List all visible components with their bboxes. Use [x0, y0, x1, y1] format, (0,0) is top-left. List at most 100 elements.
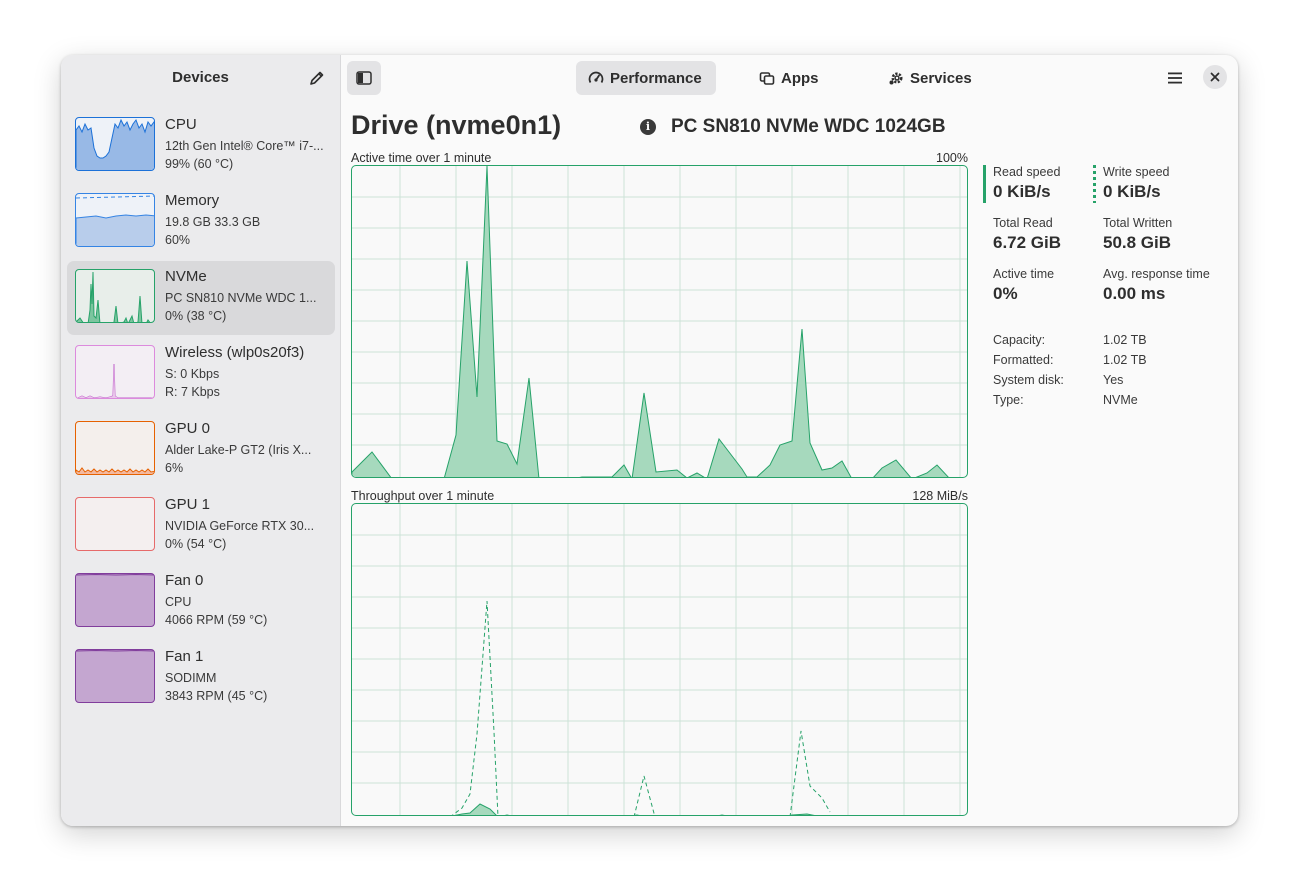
tab-label: Apps: [781, 69, 819, 87]
edit-devices-button[interactable]: [305, 67, 329, 89]
active-time-area: [352, 166, 949, 477]
device-detail: NVIDIA GeForce RTX 30...: [165, 519, 315, 533]
active-graph-max: 100%: [936, 151, 968, 165]
device-detail: CPU: [165, 595, 192, 609]
device-wireless[interactable]: Wireless (wlp0s20f3) S: 0 Kbps R: 7 Kbps: [67, 337, 335, 411]
stat-value: 50.8 GiB: [1103, 233, 1172, 252]
info-icon[interactable]: i: [640, 119, 656, 135]
windows-icon: [759, 72, 775, 85]
active-time-stat: Active time 0%: [993, 267, 1103, 304]
sidebar-toggle-icon: [356, 71, 372, 85]
stat-value: 6.72 GiB: [993, 233, 1062, 252]
main-menu-button[interactable]: [1161, 65, 1189, 91]
sidebar-header: Devices: [61, 55, 340, 101]
property-value: 1.02 TB: [1103, 353, 1147, 367]
active-graph-label: Active time over 1 minute: [351, 151, 492, 165]
total-written-stat: Total Written 50.8 GiB: [1103, 216, 1213, 253]
device-usage: 0% (54 °C): [165, 537, 227, 551]
total-read-stat: Total Read 6.72 GiB: [993, 216, 1103, 253]
device-detail: SODIMM: [165, 671, 217, 685]
device-detail: S: 0 Kbps: [165, 367, 220, 381]
fan0-thumbnail-graph: [75, 573, 155, 627]
write-speed-indicator: [1093, 165, 1096, 203]
read-speed-indicator: [983, 165, 986, 203]
wireless-thumbnail-graph: [75, 345, 155, 399]
device-detail: PC SN810 NVMe WDC 1...: [165, 291, 317, 305]
tab-performance[interactable]: Performance: [576, 61, 716, 95]
sidebar-toggle-button[interactable]: [347, 61, 381, 95]
pencil-icon: [310, 71, 324, 85]
device-detail: Alder Lake-P GT2 (Iris X...: [165, 443, 312, 457]
gpu0-thumbnail-graph: [75, 421, 155, 475]
stat-label: Total Read: [993, 216, 1053, 230]
device-nvme[interactable]: NVMe PC SN810 NVMe WDC 1... 0% (38 °C): [67, 261, 335, 335]
property-value: 1.02 TB: [1103, 333, 1147, 347]
device-detail: 12th Gen Intel® Core™ i7-...: [165, 139, 324, 153]
device-name: Fan 1: [165, 648, 204, 665]
property-key: System disk:: [993, 373, 1064, 387]
tab-label: Performance: [610, 69, 702, 87]
device-name: GPU 1: [165, 496, 211, 513]
device-name: Memory: [165, 192, 220, 209]
close-window-button[interactable]: [1203, 65, 1227, 89]
device-name: Wireless (wlp0s20f3): [165, 344, 305, 361]
device-cpu[interactable]: CPU 12th Gen Intel® Core™ i7-... 99% (60…: [67, 109, 335, 183]
drive-title: Drive (nvme0n1): [351, 110, 562, 140]
device-name: NVMe: [165, 268, 207, 285]
device-usage: 0% (38 °C): [165, 309, 227, 323]
property-key: Type:: [993, 393, 1024, 407]
device-usage: 3843 RPM (45 °C): [165, 689, 268, 703]
property-key: Formatted:: [993, 353, 1054, 367]
read-speed-stat: Read speed 0 KiB/s: [983, 165, 1103, 203]
nvme-thumbnail-graph: [75, 269, 155, 323]
avg-response-stat: Avg. response time 0.00 ms: [1103, 267, 1213, 304]
device-usage: 99% (60 °C): [165, 157, 234, 171]
close-icon: [1210, 72, 1220, 82]
write-speed-stat: Write speed 0 KiB/s: [1093, 165, 1213, 203]
device-name: GPU 0: [165, 420, 211, 437]
stat-label: Total Written: [1103, 216, 1173, 230]
sidebar-title: Devices: [172, 69, 229, 86]
active-time-chart: [352, 166, 967, 477]
stat-value: 0 KiB/s: [1103, 182, 1161, 201]
device-gpu0[interactable]: GPU 0 Alder Lake-P GT2 (Iris X... 6%: [67, 413, 335, 487]
tab-label: Services: [910, 69, 972, 87]
stat-label: Read speed: [993, 165, 1061, 179]
drive-model: PC SN810 NVMe WDC 1024GB: [671, 116, 946, 137]
memory-thumbnail-graph: [75, 193, 155, 247]
active-time-graph: [351, 165, 968, 478]
fan1-thumbnail-graph: [75, 649, 155, 703]
gpu1-thumbnail-graph: [75, 497, 155, 551]
tab-services[interactable]: Services: [876, 61, 984, 95]
device-gpu1[interactable]: GPU 1 NVIDIA GeForce RTX 30... 0% (54 °C…: [67, 489, 335, 563]
property-value: NVMe: [1103, 393, 1138, 407]
device-usage: 6%: [165, 461, 184, 475]
throughput-graph: [351, 503, 968, 816]
gauge-icon: [588, 71, 604, 83]
stat-label: Active time: [993, 267, 1055, 281]
stat-value: 0 KiB/s: [993, 182, 1051, 201]
throughput-chart: [352, 504, 967, 815]
grid-lines: [352, 504, 967, 815]
property-key: Capacity:: [993, 333, 1046, 347]
device-usage: R: 7 Kbps: [165, 385, 220, 399]
device-fan1[interactable]: Fan 1 SODIMM 3843 RPM (45 °C): [67, 641, 335, 715]
device-name: Fan 0: [165, 572, 204, 589]
hamburger-menu-icon: [1168, 72, 1182, 84]
stat-label: Write speed: [1103, 165, 1170, 179]
app-window: Devices CPU 12th Gen Intel® Core™ i7-...…: [61, 55, 1238, 826]
device-usage: 60%: [165, 233, 191, 247]
throughput-graph-max: 128 MiB/s: [912, 489, 968, 503]
gears-icon: [889, 72, 903, 85]
write-throughput-line: [451, 600, 831, 815]
stat-value: 0.00 ms: [1103, 284, 1166, 303]
read-throughput-area: [454, 803, 815, 815]
tab-apps[interactable]: Apps: [747, 61, 831, 95]
devices-sidebar: Devices CPU 12th Gen Intel® Core™ i7-...…: [61, 55, 341, 826]
device-memory[interactable]: Memory 19.8 GB 33.3 GB 60%: [67, 185, 335, 259]
device-fan0[interactable]: Fan 0 CPU 4066 RPM (59 °C): [67, 565, 335, 639]
property-value: Yes: [1103, 373, 1124, 387]
stat-value: 0%: [993, 284, 1018, 303]
cpu-thumbnail-graph: [75, 117, 155, 171]
device-detail: 19.8 GB 33.3 GB: [165, 215, 261, 229]
